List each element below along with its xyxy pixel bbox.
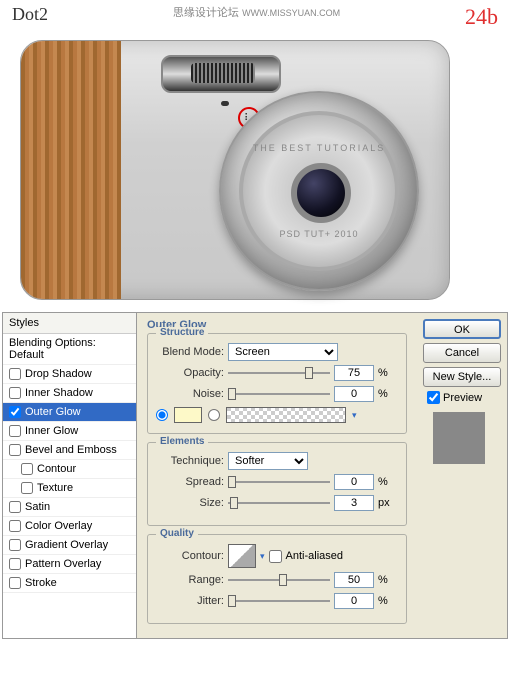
color-radio[interactable] — [156, 409, 168, 421]
blend-mode-label: Blend Mode: — [156, 346, 224, 358]
styles-header[interactable]: Styles — [3, 313, 136, 334]
pattern-overlay-checkbox[interactable] — [9, 558, 21, 570]
blending-options-row[interactable]: Blending Options: Default — [3, 334, 136, 365]
style-color-overlay[interactable]: Color Overlay — [3, 517, 136, 536]
preview-swatch — [433, 412, 485, 464]
bevel-checkbox[interactable] — [9, 444, 21, 456]
style-inner-shadow[interactable]: Inner Shadow — [3, 384, 136, 403]
texture-checkbox[interactable] — [21, 482, 33, 494]
layer-name: Dot2 — [12, 4, 48, 30]
quality-legend: Quality — [156, 528, 198, 539]
style-pattern-overlay[interactable]: Pattern Overlay — [3, 555, 136, 574]
jitter-slider[interactable] — [228, 592, 330, 610]
style-texture[interactable]: Texture — [3, 479, 136, 498]
range-slider[interactable] — [228, 571, 330, 589]
antialiased-checkbox[interactable] — [269, 550, 282, 563]
spread-slider[interactable] — [228, 473, 330, 491]
quality-group: Quality Contour: ▾ Anti-aliased Range: %… — [147, 534, 407, 624]
opacity-slider[interactable] — [228, 364, 330, 382]
size-input[interactable] — [334, 495, 374, 511]
preview-label: Preview — [443, 392, 482, 404]
opacity-input[interactable] — [334, 365, 374, 381]
cancel-button[interactable]: Cancel — [423, 343, 501, 363]
satin-checkbox[interactable] — [9, 501, 21, 513]
technique-label: Technique: — [156, 455, 224, 467]
preview-checkbox[interactable] — [427, 391, 440, 404]
canvas-preview: ⠇ THE BEST TUTORIALS PSD TUT+ 2010 — [0, 32, 510, 312]
gradient-dropdown-icon[interactable]: ▾ — [352, 410, 357, 421]
layer-style-dialog: Styles Blending Options: Default Drop Sh… — [2, 312, 508, 639]
dialog-buttons: OK Cancel New Style... Preview — [417, 313, 507, 638]
gradient-overlay-checkbox[interactable] — [9, 539, 21, 551]
contour-label: Contour: — [156, 550, 224, 562]
size-slider[interactable] — [228, 494, 330, 512]
technique-select[interactable]: Softer — [228, 452, 308, 470]
style-drop-shadow[interactable]: Drop Shadow — [3, 365, 136, 384]
glow-gradient-swatch[interactable] — [226, 407, 346, 423]
blend-mode-select[interactable]: Screen — [228, 343, 338, 361]
styles-list: Styles Blending Options: Default Drop Sh… — [3, 313, 137, 638]
page-header: Dot2 思缘设计论坛 WWW.MISSYUAN.COM 24b — [0, 0, 510, 32]
camera-render: ⠇ THE BEST TUTORIALS PSD TUT+ 2010 — [20, 40, 450, 300]
range-label: Range: — [156, 574, 224, 586]
structure-group: Structure Blend Mode: Screen Opacity: % … — [147, 333, 407, 434]
style-stroke[interactable]: Stroke — [3, 574, 136, 593]
structure-legend: Structure — [156, 327, 208, 338]
elements-group: Elements Technique: Softer Spread: % Siz… — [147, 442, 407, 526]
noise-slider[interactable] — [228, 385, 330, 403]
inner-glow-checkbox[interactable] — [9, 425, 21, 437]
spread-label: Spread: — [156, 476, 224, 488]
camera-mic — [221, 101, 229, 106]
contour-picker[interactable] — [228, 544, 256, 568]
lens-text-top: THE BEST TUTORIALS — [243, 143, 395, 153]
noise-label: Noise: — [156, 388, 224, 400]
noise-input[interactable] — [334, 386, 374, 402]
gradient-radio[interactable] — [208, 409, 220, 421]
color-overlay-checkbox[interactable] — [9, 520, 21, 532]
step-number: 24b — [465, 4, 498, 30]
glow-color-swatch[interactable] — [174, 407, 202, 423]
style-satin[interactable]: Satin — [3, 498, 136, 517]
range-input[interactable] — [334, 572, 374, 588]
style-outer-glow[interactable]: Outer Glow — [3, 403, 136, 422]
size-label: Size: — [156, 497, 224, 509]
opacity-label: Opacity: — [156, 367, 224, 379]
spread-input[interactable] — [334, 474, 374, 490]
style-inner-glow[interactable]: Inner Glow — [3, 422, 136, 441]
camera-grip — [21, 41, 121, 299]
contour-checkbox[interactable] — [21, 463, 33, 475]
antialiased-label: Anti-aliased — [286, 550, 343, 562]
settings-panel: Outer Glow Structure Blend Mode: Screen … — [137, 313, 417, 638]
watermark: 思缘设计论坛 WWW.MISSYUAN.COM — [173, 4, 340, 30]
camera-lens: THE BEST TUTORIALS PSD TUT+ 2010 — [219, 91, 419, 291]
stroke-checkbox[interactable] — [9, 577, 21, 589]
ok-button[interactable]: OK — [423, 319, 501, 339]
camera-flash — [161, 55, 281, 93]
outer-glow-checkbox[interactable] — [9, 406, 21, 418]
jitter-input[interactable] — [334, 593, 374, 609]
new-style-button[interactable]: New Style... — [423, 367, 501, 387]
drop-shadow-checkbox[interactable] — [9, 368, 21, 380]
style-bevel-emboss[interactable]: Bevel and Emboss — [3, 441, 136, 460]
lens-text-bottom: PSD TUT+ 2010 — [243, 229, 395, 239]
jitter-label: Jitter: — [156, 595, 224, 607]
elements-legend: Elements — [156, 436, 208, 447]
inner-shadow-checkbox[interactable] — [9, 387, 21, 399]
contour-dropdown-icon[interactable]: ▾ — [260, 551, 265, 562]
style-gradient-overlay[interactable]: Gradient Overlay — [3, 536, 136, 555]
style-contour[interactable]: Contour — [3, 460, 136, 479]
